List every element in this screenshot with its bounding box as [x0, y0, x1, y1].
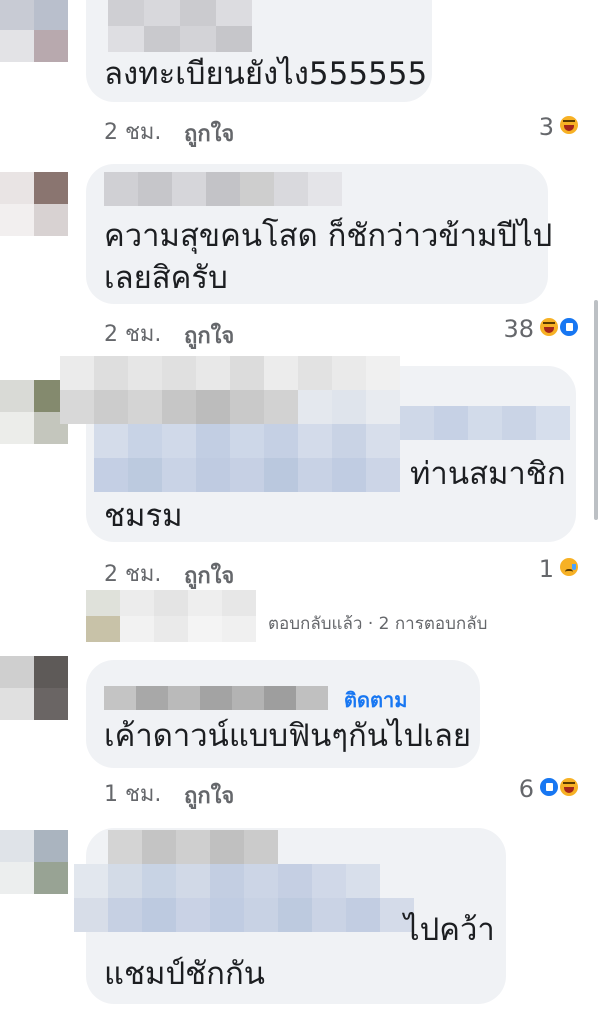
comment-text-line-2: เลยสิครับ: [104, 260, 228, 296]
like-button[interactable]: ถูกใจ: [184, 318, 234, 353]
comment-text-line-2: ชมรม: [104, 498, 183, 534]
haha-reaction-icon[interactable]: [558, 114, 580, 136]
avatar[interactable]: [0, 172, 70, 236]
comment-text-line-1: ท่านสมาชิก: [410, 456, 566, 492]
reply-avatar-blurred[interactable]: [86, 590, 266, 642]
reaction-count[interactable]: 38: [490, 315, 534, 343]
author-name-blurred[interactable]: [104, 686, 328, 710]
like-button[interactable]: ถูกใจ: [184, 778, 234, 813]
author-name-blurred[interactable]: [74, 830, 414, 950]
like-reaction-icon[interactable]: [558, 316, 580, 338]
sad-reaction-icon[interactable]: [558, 556, 580, 578]
comment-text-line-2: แชมป์ชักกัน: [104, 956, 265, 992]
avatar[interactable]: [0, 830, 70, 894]
view-replies-link[interactable]: ตอบกลับแล้ว · 2 การตอบกลับ: [268, 610, 487, 637]
comment-time[interactable]: 2 ชม.: [104, 556, 161, 591]
author-name-blurred[interactable]: [108, 0, 252, 52]
comment-time[interactable]: 1 ชม.: [104, 776, 161, 811]
reaction-count[interactable]: 6: [510, 775, 534, 803]
like-button[interactable]: ถูกใจ: [184, 558, 234, 593]
like-reaction-icon[interactable]: [538, 776, 560, 798]
haha-reaction-icon[interactable]: [538, 316, 560, 338]
comment-time[interactable]: 2 ชม.: [104, 114, 161, 149]
reaction-count[interactable]: 3: [520, 113, 554, 141]
like-button[interactable]: ถูกใจ: [184, 116, 234, 151]
author-name-blurred[interactable]: [104, 172, 342, 206]
haha-reaction-icon[interactable]: [558, 776, 580, 798]
scrollbar[interactable]: [594, 300, 598, 520]
comment-text: เค้าดาวน์แบบฟินๆกันไปเลย: [104, 718, 471, 754]
comment-time[interactable]: 2 ชม.: [104, 316, 161, 351]
reaction-count[interactable]: 1: [530, 555, 554, 583]
comment-text-line-1: ไปคว้า: [404, 912, 495, 948]
avatar[interactable]: [0, 0, 70, 62]
avatar[interactable]: [0, 656, 70, 720]
comment-text-line-1: ความสุขคนโสด ก็ชักว่าวข้ามปีไป: [104, 218, 553, 254]
comment-text: ลงทะเบียนยังไง555555: [104, 56, 428, 92]
